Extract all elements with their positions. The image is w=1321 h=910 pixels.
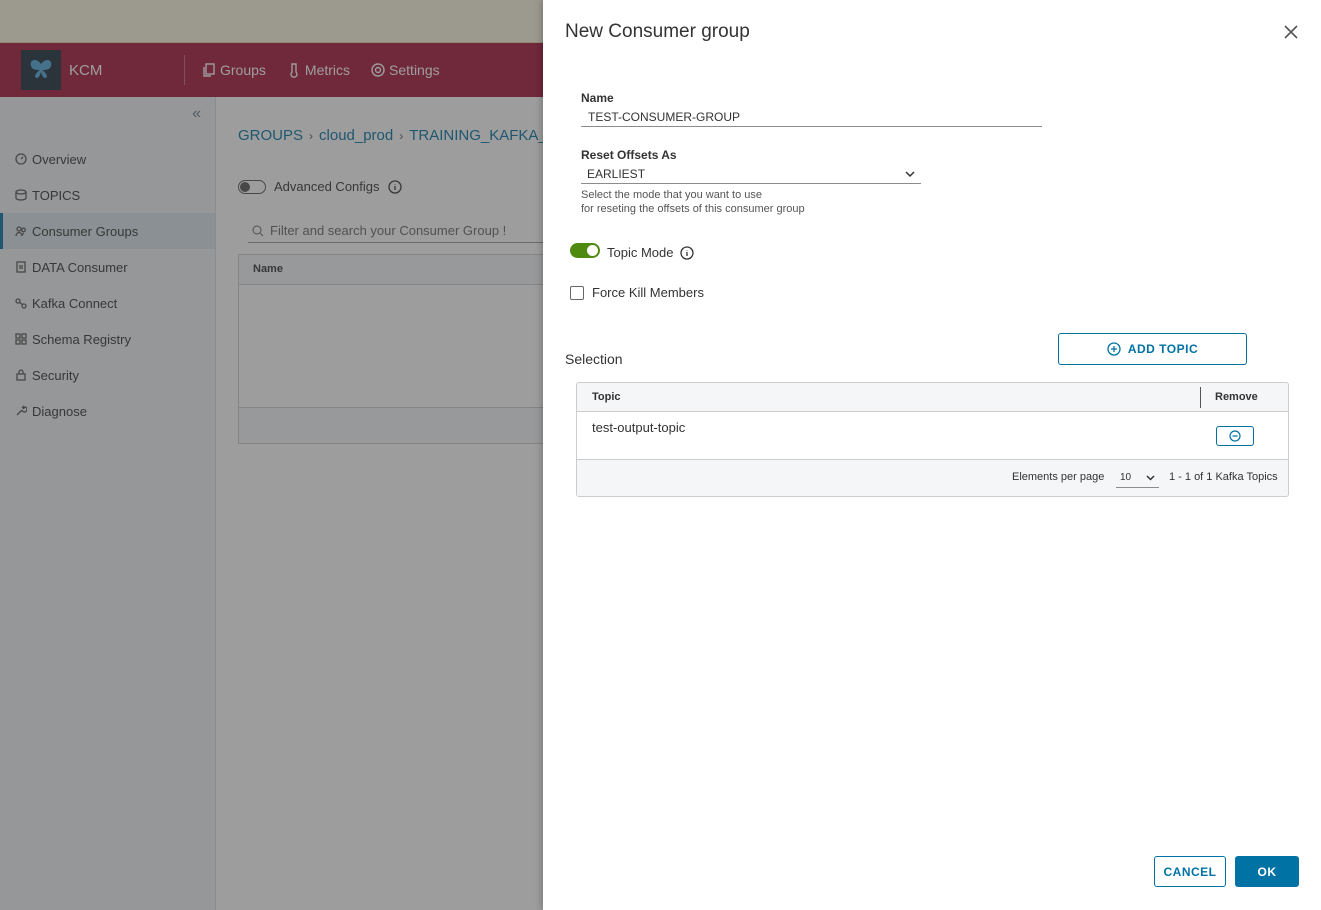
- table-row: test-output-topic: [577, 412, 1288, 460]
- force-kill-label: Force Kill Members: [592, 285, 704, 300]
- reset-help-line1: Select the mode that you want to use: [581, 189, 763, 201]
- new-consumer-group-panel: New Consumer group Name Reset Offsets As…: [543, 0, 1321, 910]
- add-topic-label: ADD TOPIC: [1127, 342, 1199, 356]
- add-topic-button[interactable]: ADD TOPIC: [1058, 333, 1247, 365]
- remove-topic-button[interactable]: [1216, 426, 1254, 446]
- topic-mode-label: Topic Mode: [607, 245, 674, 260]
- elements-per-page-label: Elements per page: [1012, 471, 1105, 483]
- panel-title: New Consumer group: [565, 21, 750, 42]
- pagination-range: 1 - 1 of 1 Kafka Topics: [1169, 471, 1278, 483]
- per-page-value: 10: [1120, 472, 1132, 483]
- selection-table-header: Topic Remove: [577, 383, 1288, 412]
- topic-mode-row: Topic Mode: [607, 245, 695, 260]
- column-remove: Remove: [1215, 391, 1258, 403]
- selection-table: Topic Remove test-output-topic Elements …: [576, 382, 1289, 497]
- ok-button[interactable]: OK: [1235, 856, 1299, 887]
- plus-circle-icon: [1107, 342, 1121, 356]
- reset-help-line2: for reseting the offsets of this consume…: [581, 203, 805, 215]
- elements-per-page-select[interactable]: 10: [1116, 468, 1159, 488]
- selection-label: Selection: [565, 351, 623, 367]
- reset-offsets-value: EARLIEST: [587, 167, 646, 181]
- name-input[interactable]: [581, 107, 1042, 127]
- close-button[interactable]: [1281, 22, 1301, 42]
- column-topic: Topic: [592, 391, 621, 403]
- selection-table-footer: Elements per page 10 1 - 1 of 1 Kafka To…: [577, 460, 1288, 496]
- minus-circle-icon: [1229, 430, 1241, 442]
- chevron-down-icon: [905, 171, 915, 178]
- column-divider[interactable]: [1200, 387, 1201, 408]
- reset-offsets-select[interactable]: EARLIEST: [581, 165, 921, 184]
- chevron-down-icon: [1146, 475, 1155, 481]
- info-icon[interactable]: [680, 245, 695, 260]
- force-kill-checkbox[interactable]: [570, 286, 584, 300]
- cancel-button[interactable]: CANCEL: [1154, 856, 1226, 887]
- close-icon: [1284, 25, 1298, 39]
- name-label: Name: [581, 91, 614, 105]
- topic-cell: test-output-topic: [592, 420, 686, 435]
- topic-mode-toggle[interactable]: [570, 243, 600, 258]
- reset-offsets-label: Reset Offsets As: [581, 148, 677, 162]
- reset-offsets-help: Select the mode that you want to use for…: [581, 188, 805, 216]
